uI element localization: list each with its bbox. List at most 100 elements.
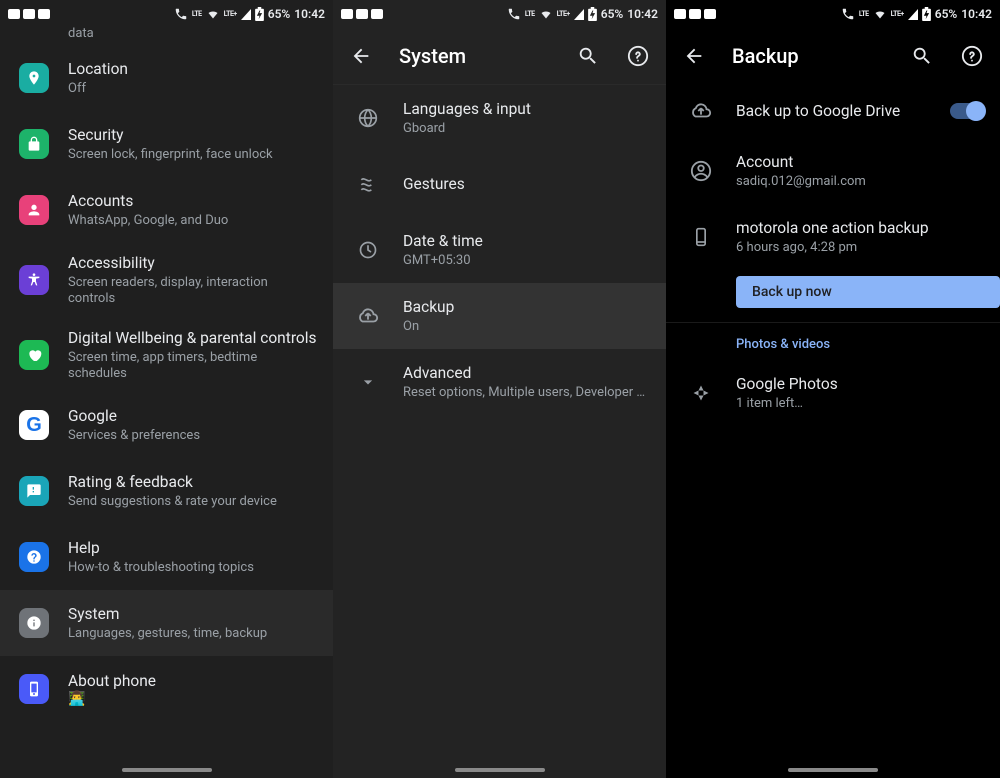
signal-icon	[574, 9, 584, 20]
settings-item-accounts[interactable]: AccountsWhatsApp, Google, and Duo	[0, 177, 333, 243]
item-title: System	[68, 604, 317, 624]
status-bar: LTE LTE+ 65% 10:42	[333, 0, 666, 28]
google-icon: G	[19, 410, 49, 440]
header: Backup	[666, 28, 1000, 84]
item-sub: 6 hours ago, 4:28 pm	[736, 240, 984, 256]
lteplus-icon: LTE+	[224, 10, 237, 18]
system-item-gestures[interactable]: Gestures	[333, 151, 666, 217]
settings-item-feedback[interactable]: Rating & feedbackSend suggestions & rate…	[0, 458, 333, 524]
nav-pill[interactable]	[788, 768, 878, 772]
item-sub: On	[403, 319, 650, 335]
phone-icon	[689, 225, 713, 249]
notif-icon	[689, 9, 701, 19]
backup-account-row[interactable]: Accountsadiq.012@gmail.com	[666, 138, 1000, 204]
battery-text: 65%	[268, 7, 291, 21]
status-bar: LTE LTE+ 65% 10:42	[0, 0, 333, 28]
lteplus-icon: LTE+	[557, 10, 570, 18]
item-sub: Screen lock, fingerprint, face unlock	[68, 147, 317, 163]
system-icon	[19, 608, 49, 638]
settings-item-about[interactable]: About phone👨‍💻	[0, 656, 333, 722]
settings-item-google[interactable]: G GoogleServices & preferences	[0, 392, 333, 458]
battery-text: 65%	[601, 7, 624, 21]
item-sub: Gboard	[403, 121, 650, 137]
notif-icon	[38, 9, 50, 19]
google-photos-row[interactable]: Google Photos 1 item left…	[666, 360, 1000, 426]
page-title: System	[399, 44, 550, 68]
help-button[interactable]	[960, 44, 984, 68]
battery-icon	[922, 7, 931, 21]
item-title: Gestures	[403, 174, 650, 194]
settings-item-wellbeing[interactable]: Digital Wellbeing & parental controlsScr…	[0, 318, 333, 393]
system-item-advanced[interactable]: AdvancedReset options, Multiple users, D…	[333, 349, 666, 415]
search-button[interactable]	[576, 44, 600, 68]
item-title: Accessibility	[68, 253, 317, 273]
nav-pill[interactable]	[455, 768, 545, 772]
cloud-upload-icon	[356, 304, 380, 328]
settings-item-help[interactable]: HelpHow-to & troubleshooting topics	[0, 524, 333, 590]
backup-panel: LTE LTE+ 65% 10:42 Backup Back up to Goo…	[666, 0, 1000, 778]
backup-now-button[interactable]: Back up now	[736, 276, 1000, 308]
item-sub: Screen time, app timers, bedtime schedul…	[68, 350, 317, 383]
back-button[interactable]	[349, 44, 373, 68]
battery-icon	[588, 7, 597, 21]
cloud-upload-icon	[689, 99, 713, 123]
system-item-datetime[interactable]: Date & timeGMT+05:30	[333, 217, 666, 283]
search-button[interactable]	[910, 44, 934, 68]
notif-icon	[704, 9, 716, 19]
globe-icon	[356, 106, 380, 130]
item-sub: Send suggestions & rate your device	[68, 494, 317, 510]
item-sub: Screen readers, display, interaction con…	[68, 275, 317, 308]
toggle-label: Back up to Google Drive	[736, 101, 942, 121]
backup-device-row[interactable]: motorola one action backup6 hours ago, 4…	[666, 204, 1000, 270]
backup-toggle-row[interactable]: Back up to Google Drive	[666, 84, 1000, 138]
item-title: Google Photos	[736, 374, 984, 394]
volte-icon	[507, 7, 521, 21]
item-sub: 1 item left…	[736, 396, 984, 412]
notif-icon	[8, 9, 20, 19]
volte-icon	[841, 7, 855, 21]
battery-text: 65%	[935, 7, 958, 21]
battery-icon	[255, 7, 264, 21]
nav-pill[interactable]	[122, 768, 212, 772]
notif-icon	[371, 9, 383, 19]
notif-icon	[674, 9, 686, 19]
signal-icon	[908, 9, 918, 20]
about-icon	[19, 674, 49, 704]
clock-icon	[356, 238, 380, 262]
wellbeing-icon	[19, 340, 49, 370]
backup-toggle[interactable]	[950, 103, 984, 119]
lte-icon: LTE	[859, 10, 869, 18]
wifi-icon	[873, 8, 887, 20]
system-item-backup[interactable]: BackupOn	[333, 283, 666, 349]
lteplus-icon: LTE+	[891, 10, 904, 18]
item-sub: 👨‍💻	[68, 691, 317, 707]
header: System	[333, 28, 666, 84]
clock-text: 10:42	[294, 7, 325, 21]
clock-text: 10:42	[961, 7, 992, 21]
system-panel: LTE LTE+ 65% 10:42 System Languages & in…	[333, 0, 666, 778]
status-bar: LTE LTE+ 65% 10:42	[666, 0, 1000, 28]
item-sub: Reset options, Multiple users, Developer…	[403, 385, 650, 401]
item-sub: Services & preferences	[68, 428, 317, 444]
help-button[interactable]	[626, 44, 650, 68]
clock-text: 10:42	[627, 7, 658, 21]
item-title: Help	[68, 538, 317, 558]
system-item-languages[interactable]: Languages & inputGboard	[333, 85, 666, 151]
settings-item-security[interactable]: SecurityScreen lock, fingerprint, face u…	[0, 111, 333, 177]
settings-item-location[interactable]: LocationOff	[0, 45, 333, 111]
back-button[interactable]	[682, 44, 706, 68]
lte-icon: LTE	[192, 10, 202, 18]
settings-item-accessibility[interactable]: AccessibilityScreen readers, display, in…	[0, 243, 333, 318]
section-header: Photos & videos	[666, 323, 1000, 360]
gestures-icon	[356, 172, 380, 196]
notif-icon	[356, 9, 368, 19]
notif-icon	[23, 9, 35, 19]
settings-item-system[interactable]: SystemLanguages, gestures, time, backup	[0, 590, 333, 656]
notif-icon	[341, 9, 353, 19]
help-icon	[19, 542, 49, 572]
item-title: Location	[68, 59, 317, 79]
item-title: Accounts	[68, 191, 317, 211]
volte-icon	[174, 7, 188, 21]
page-title: Backup	[732, 44, 884, 68]
location-icon	[19, 63, 49, 93]
